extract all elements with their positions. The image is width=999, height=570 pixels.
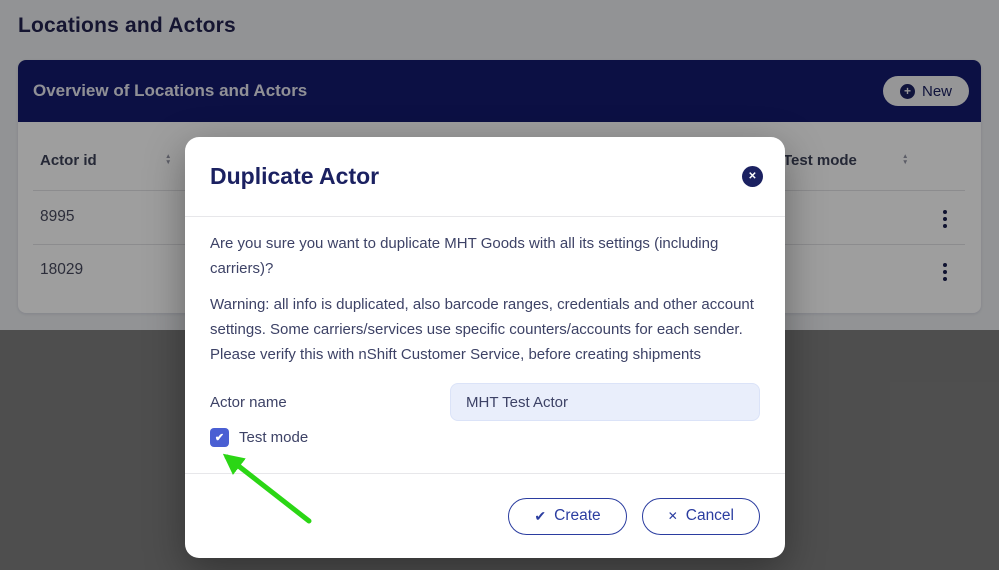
confirm-message: Are you sure you want to duplicate MHT G… [210, 235, 719, 277]
warning-message: Warning: all info is duplicated, also ba… [210, 296, 754, 363]
create-button-label: Create [554, 507, 601, 524]
modal-header: Duplicate Actor ✕ [185, 137, 785, 217]
checkmark-icon: ✔ [534, 508, 547, 524]
actor-name-input[interactable] [450, 383, 760, 421]
modal-body: Are you sure you want to duplicate MHT G… [185, 217, 785, 473]
duplicate-actor-modal: Duplicate Actor ✕ Are you sure you want … [185, 137, 785, 558]
actor-name-label: Actor name [210, 393, 287, 411]
modal-footer: ✔ Create ✕ Cancel [185, 473, 785, 558]
cancel-button[interactable]: ✕ Cancel [641, 497, 760, 535]
close-icon[interactable]: ✕ [742, 166, 763, 187]
cancel-button-label: Cancel [685, 507, 734, 524]
create-button[interactable]: ✔ Create [508, 497, 627, 535]
test-mode-label: Test mode [239, 429, 309, 446]
test-mode-row: ✔ Test mode [210, 428, 760, 447]
x-icon: ✕ [667, 509, 678, 523]
test-mode-checkbox[interactable]: ✔ [210, 428, 229, 447]
actor-name-row: Actor name [210, 383, 760, 421]
modal-title: Duplicate Actor [210, 163, 380, 189]
